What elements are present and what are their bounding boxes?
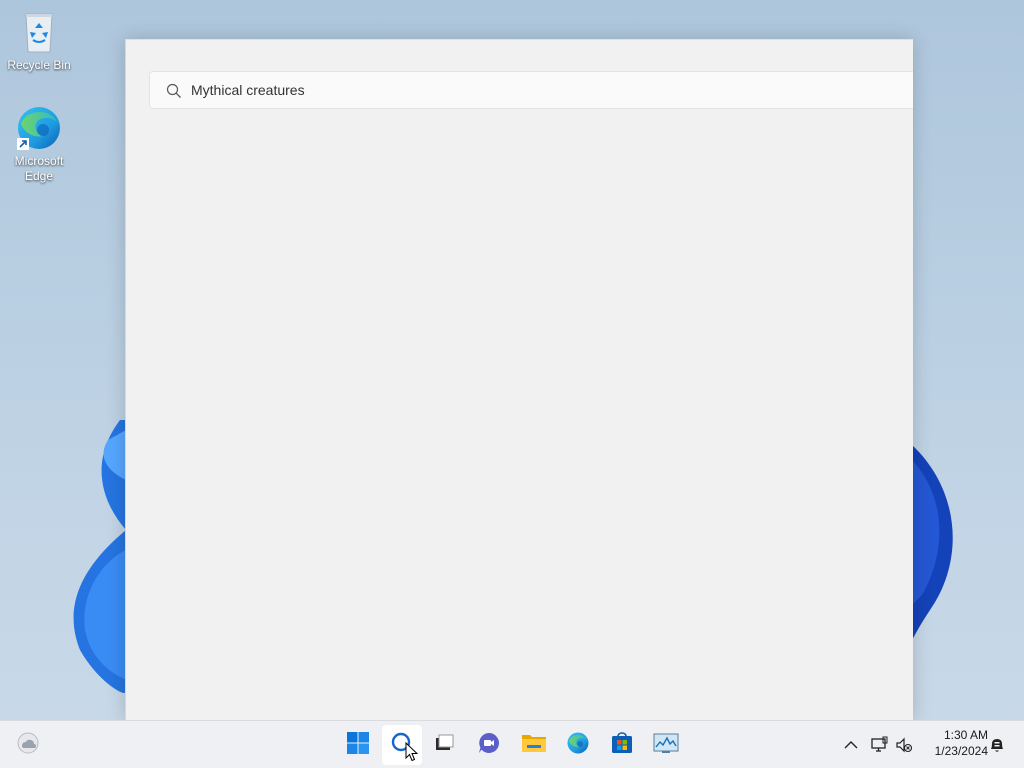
edge-icon (15, 104, 63, 152)
taskbar-start-button[interactable] (338, 725, 378, 765)
edge-label: Microsoft Edge (14, 154, 64, 183)
taskbar-task-view-button[interactable] (424, 725, 464, 765)
mouse-cursor-icon (405, 742, 419, 762)
taskbar-file-explorer-button[interactable] (514, 725, 554, 765)
weather-icon (16, 731, 40, 760)
desktop-icon-recycle-bin[interactable]: Recycle Bin (3, 8, 75, 73)
monitor-chart-icon (653, 732, 679, 759)
teams-chat-icon (477, 731, 501, 760)
clock-time: 1:30 AM (943, 728, 988, 742)
clock[interactable]: 1:30 AM 1/23/2024 (918, 727, 988, 759)
recycle-bin-icon (15, 8, 63, 56)
desktop-icon-microsoft-edge[interactable]: Microsoft Edge (3, 104, 75, 184)
recycle-bin-label: Recycle Bin (7, 58, 71, 72)
taskbar-store-button[interactable] (602, 725, 642, 765)
volume-muted-icon[interactable] (894, 735, 914, 755)
search-input[interactable] (191, 72, 891, 108)
store-icon (610, 731, 634, 760)
edge-icon (566, 731, 590, 760)
task-view-icon (432, 731, 456, 760)
show-hidden-icons-chevron-up-icon[interactable] (841, 735, 861, 755)
windows-start-icon (346, 731, 370, 760)
network-icon[interactable] (869, 735, 889, 755)
weather-widget-button[interactable] (8, 725, 48, 765)
search-icon (166, 83, 182, 99)
taskbar-chat-button[interactable] (469, 725, 509, 765)
search-box[interactable] (149, 71, 913, 109)
notifications-icon[interactable] (987, 735, 1007, 755)
taskbar-edge-button[interactable] (558, 725, 598, 765)
taskbar-performance-monitor-button[interactable] (646, 725, 686, 765)
folder-icon (521, 731, 547, 760)
search-flyout-panel (125, 39, 913, 721)
clock-date: 1/23/2024 (934, 744, 988, 758)
taskbar: 1:30 AM 1/23/2024 (0, 720, 1024, 768)
